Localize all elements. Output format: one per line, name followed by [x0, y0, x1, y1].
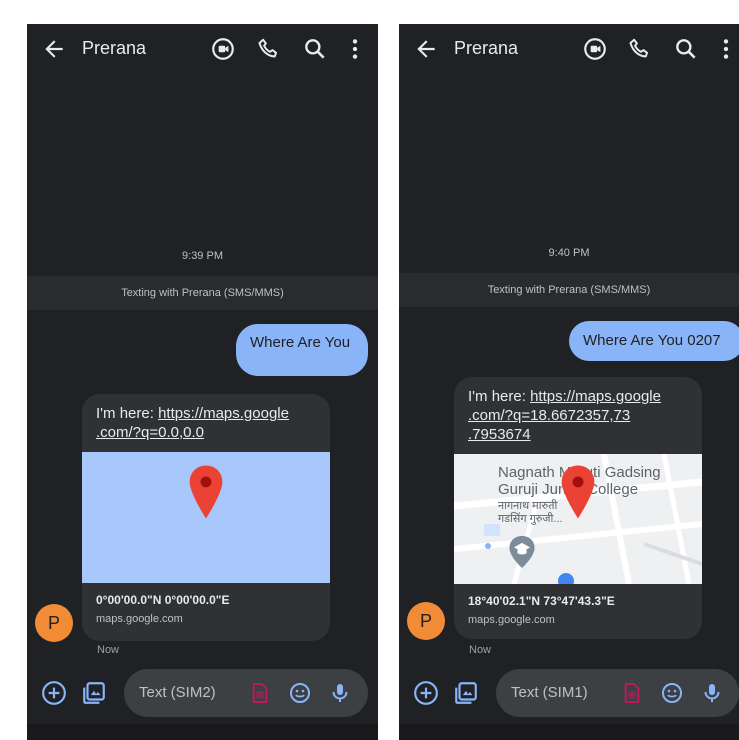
video-call-icon[interactable] [210, 36, 236, 62]
back-arrow-icon[interactable] [413, 36, 439, 62]
contact-name[interactable]: Prerana [82, 38, 146, 59]
search-icon[interactable] [673, 36, 699, 62]
maps-link-cont[interactable]: .com/?q=0.0,0.0 [96, 424, 204, 441]
incoming-message-text: I'm here: https://maps.google .com/?q=18… [454, 377, 702, 448]
outgoing-message[interactable]: Where Are You [236, 324, 368, 376]
conversation-screen-left: Prerana 9:39 PM Texting with Prerana (SM… [27, 24, 378, 740]
map-place-label-marathi: नागनाथ मारुती गडसिंग गुरुजी... [498, 500, 563, 526]
maps-link[interactable]: https://maps.google [530, 388, 661, 405]
back-arrow-icon[interactable] [41, 36, 67, 62]
video-call-icon[interactable] [582, 36, 608, 62]
message-timestamp: 9:40 PM [548, 247, 590, 259]
map-pin-icon [189, 465, 223, 519]
sms-banner: Texting with Prerana (SMS/MMS) [27, 276, 378, 310]
search-icon[interactable] [302, 36, 328, 62]
compose-bar: Text (SIM1) [399, 664, 739, 724]
phone-icon[interactable] [627, 36, 653, 62]
link-domain: maps.google.com [468, 614, 555, 626]
sms-banner: Texting with Prerana (SMS/MMS) [399, 273, 739, 307]
maps-link[interactable]: https://maps.google [158, 405, 289, 422]
incoming-location-card[interactable]: I'm here: https://maps.google .com/?q=0.… [82, 394, 330, 641]
map-place-label-marathi-line1: नागनाथ मारुती [498, 500, 558, 512]
add-circle-icon[interactable] [41, 680, 67, 706]
message-status: Now [469, 644, 492, 656]
message-status: Now [97, 644, 120, 656]
map-preview[interactable]: Nagnath Maruti Gadsing Guruji Junior Col… [454, 454, 702, 584]
mic-icon[interactable] [700, 681, 724, 705]
add-circle-icon[interactable] [413, 680, 439, 706]
top-app-bar: Prerana [27, 24, 378, 74]
contact-avatar[interactable]: P [35, 604, 73, 642]
message-timestamp: 9:39 PM [182, 250, 223, 262]
message-input[interactable]: Text (SIM1) [496, 669, 739, 717]
maps-link-cont[interactable]: .com/?q=18.6672357,73 [468, 407, 630, 424]
incoming-location-card[interactable]: I'm here: https://maps.google .com/?q=18… [454, 377, 702, 639]
sim-card-icon[interactable] [251, 683, 269, 703]
phone-icon[interactable] [256, 36, 282, 62]
nav-strip [27, 724, 378, 740]
link-domain: maps.google.com [96, 613, 183, 625]
map-pin-icon [561, 465, 595, 519]
message-input-placeholder: Text (SIM2) [139, 684, 216, 701]
contact-avatar[interactable]: P [407, 602, 445, 640]
message-prefix: I'm here: [96, 405, 159, 422]
more-vert-icon[interactable] [713, 36, 739, 62]
conversation-screen-right: Prerana 9:40 PM Texting with Prerana (SM… [399, 24, 739, 740]
map-preview[interactable] [82, 452, 330, 583]
mic-icon[interactable] [328, 681, 352, 705]
compose-bar: Text (SIM2) [27, 664, 378, 724]
map-place-label-marathi-line2: गडसिंग गुरुजी... [498, 513, 563, 525]
sim-card-icon[interactable] [623, 683, 641, 703]
incoming-message-text: I'm here: https://maps.google .com/?q=0.… [82, 394, 330, 446]
message-input[interactable]: Text (SIM2) [124, 669, 368, 717]
contact-name[interactable]: Prerana [454, 38, 518, 59]
maps-link-cont-2[interactable]: .7953674 [468, 426, 531, 443]
nav-strip [399, 724, 739, 740]
school-icon [509, 536, 535, 568]
top-app-bar: Prerana [399, 24, 739, 74]
message-prefix: I'm here: [468, 388, 531, 405]
message-input-placeholder: Text (SIM1) [511, 684, 588, 701]
emoji-icon[interactable] [660, 681, 684, 705]
gallery-icon[interactable] [81, 680, 107, 706]
emoji-icon[interactable] [288, 681, 312, 705]
location-coordinates: 18°40'02.1"N 73°47'43.3"E [468, 594, 615, 608]
more-vert-icon[interactable] [342, 36, 368, 62]
location-coordinates: 0°00'00.0"N 0°00'00.0"E [96, 593, 230, 607]
outgoing-message[interactable]: Where Are You 0207 [569, 321, 739, 361]
gallery-icon[interactable] [453, 680, 479, 706]
